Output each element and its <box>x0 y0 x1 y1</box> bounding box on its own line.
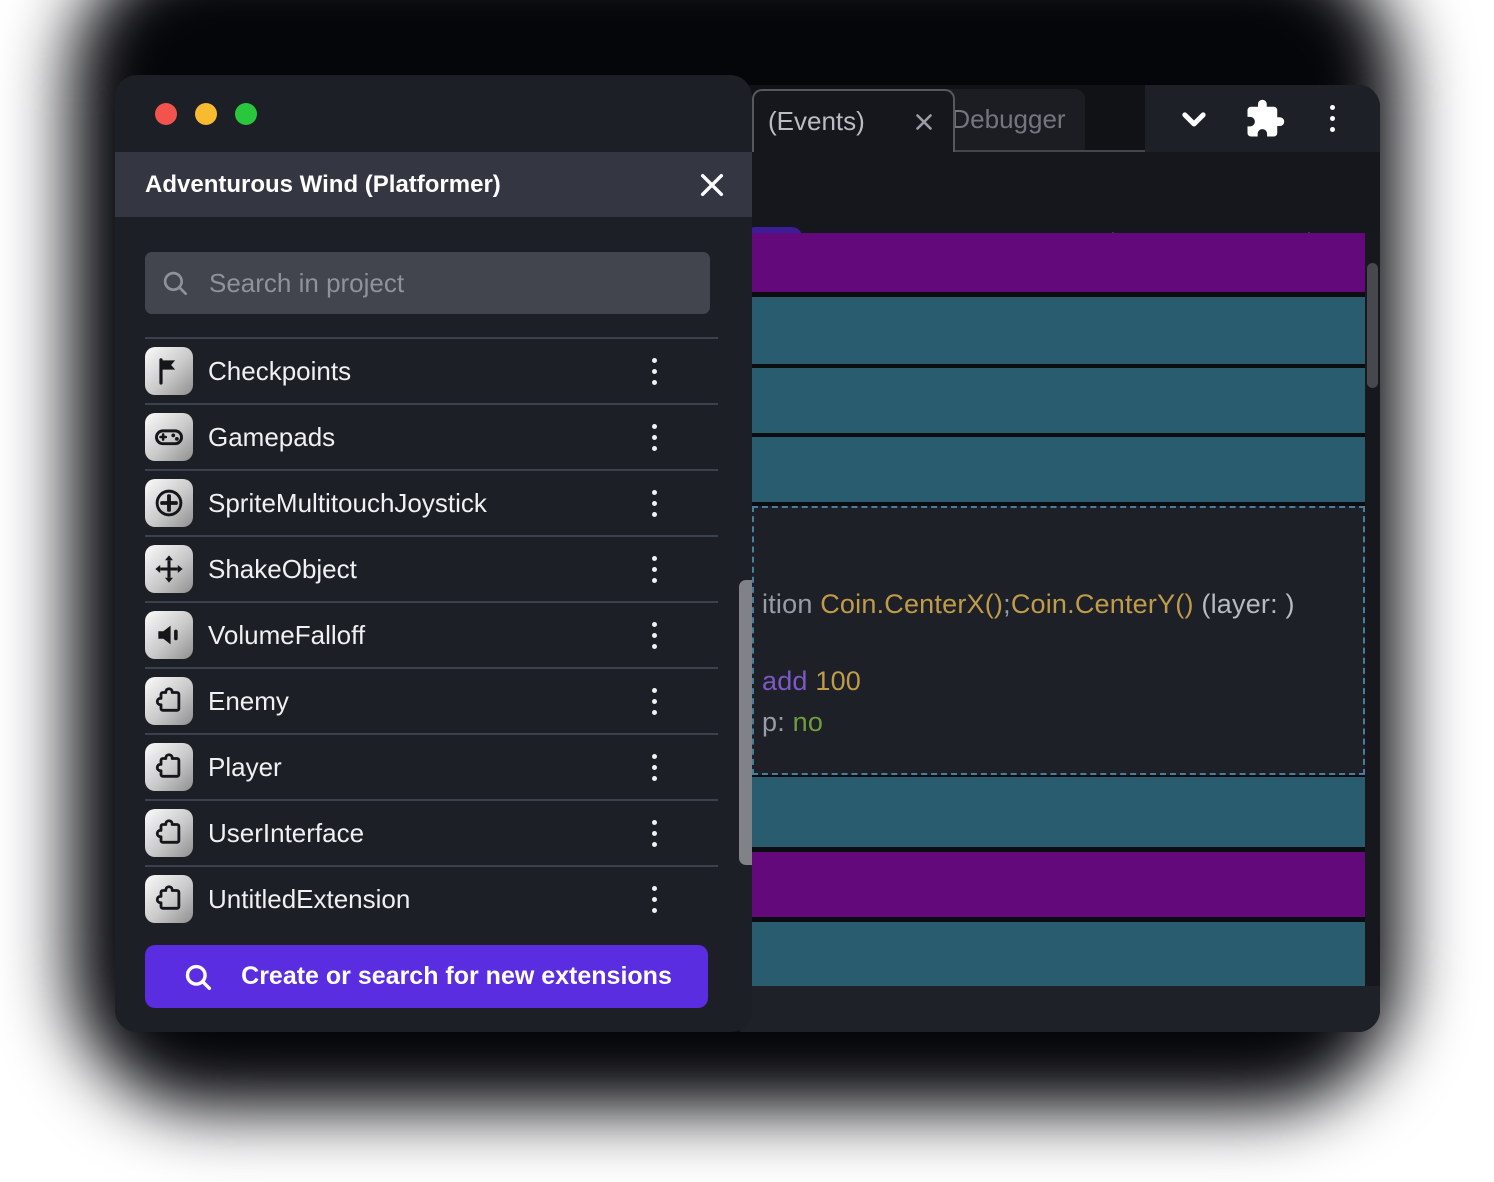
window-controls <box>1145 85 1380 152</box>
events-scrollbar-thumb[interactable] <box>1367 263 1378 388</box>
event-row-teal[interactable] <box>752 297 1365 364</box>
extension-icon-tile <box>145 545 193 593</box>
item-kebab-menu-icon[interactable] <box>636 813 672 853</box>
item-kebab-menu-icon[interactable] <box>636 681 672 721</box>
extension-icon-tile <box>145 479 193 527</box>
event-row-teal[interactable] <box>752 368 1365 433</box>
tab-debugger-label: Debugger <box>951 104 1065 135</box>
close-tab-icon[interactable] <box>909 107 939 137</box>
item-kebab-menu-icon[interactable] <box>636 483 672 523</box>
item-kebab-menu-icon[interactable] <box>636 615 672 655</box>
extension-icon-tile <box>145 875 193 923</box>
search-icon <box>181 960 215 994</box>
panel-scrollbar-thumb[interactable] <box>739 580 752 865</box>
extension-icon-tile <box>145 677 193 725</box>
chevron-down-icon[interactable] <box>1174 99 1214 139</box>
puzzle-icon <box>153 817 185 849</box>
extension-name: Gamepads <box>208 422 636 453</box>
event-row-selected[interactable]: ition Coin.CenterX();Coin.CenterY() (lay… <box>752 506 1365 775</box>
event-sheet-footer <box>740 986 1380 1032</box>
create-extension-label: Create or search for new extensions <box>241 962 672 991</box>
tab-events-label: (Events) <box>768 106 865 137</box>
speaker-icon <box>153 619 185 651</box>
extension-name: Enemy <box>208 686 636 717</box>
event-row-teal[interactable] <box>752 437 1365 502</box>
event-row-teal[interactable] <box>752 922 1365 988</box>
project-manager-window: Adventurous Wind (Platformer) Checkpoint… <box>115 75 752 1032</box>
kebab-menu-icon[interactable] <box>1315 99 1351 139</box>
list-item-gamepads[interactable]: Gamepads <box>145 403 718 469</box>
flag-icon <box>153 355 185 387</box>
tab-events[interactable]: (Events) <box>752 89 955 152</box>
joystick-icon <box>153 487 185 519</box>
list-item-userinterface[interactable]: UserInterface <box>145 799 718 865</box>
list-item-untitledextension[interactable]: UntitledExtension <box>145 865 718 931</box>
extension-icon-tile <box>145 413 193 461</box>
event-code-line1: ition Coin.CenterX();Coin.CenterY() (lay… <box>762 589 1295 620</box>
event-row-teal[interactable] <box>752 777 1365 847</box>
event-row-purple[interactable] <box>752 852 1365 917</box>
create-extension-button[interactable]: Create or search for new extensions <box>145 945 708 1008</box>
puzzle-icon <box>153 685 185 717</box>
list-item-checkpoints[interactable]: Checkpoints <box>145 337 718 403</box>
screenshot-stage: (Events) Debugger <box>0 0 1494 1182</box>
event-row-purple[interactable] <box>752 233 1365 292</box>
extension-name: VolumeFalloff <box>208 620 636 651</box>
extension-name: SpriteMultitouchJoystick <box>208 488 636 519</box>
event-code-line3: p: no <box>762 707 823 738</box>
gamepad-icon <box>153 421 185 453</box>
list-item-player[interactable]: Player <box>145 733 718 799</box>
item-kebab-menu-icon[interactable] <box>636 879 672 919</box>
event-code-line2: add 100 <box>762 666 861 697</box>
extension-name: UntitledExtension <box>208 884 636 915</box>
list-item-enemy[interactable]: Enemy <box>145 667 718 733</box>
extensions-puzzle-icon[interactable] <box>1244 98 1286 140</box>
puzzle-icon <box>153 751 185 783</box>
extension-icon-tile <box>145 611 193 659</box>
item-kebab-menu-icon[interactable] <box>636 417 672 457</box>
list-item-shakeobject[interactable]: ShakeObject <box>145 535 718 601</box>
move-icon <box>153 553 185 585</box>
list-item-spritemultitouchjoystick[interactable]: SpriteMultitouchJoystick <box>145 469 718 535</box>
extension-name: ShakeObject <box>208 554 636 585</box>
item-kebab-menu-icon[interactable] <box>636 549 672 589</box>
extension-name: Player <box>208 752 636 783</box>
extension-name: UserInterface <box>208 818 636 849</box>
extension-list: Checkpoints Gamepads SpriteMultitouchJoy… <box>115 75 752 1032</box>
extension-icon-tile <box>145 809 193 857</box>
extension-name: Checkpoints <box>208 356 636 387</box>
item-kebab-menu-icon[interactable] <box>636 747 672 787</box>
list-item-volumefalloff[interactable]: VolumeFalloff <box>145 601 718 667</box>
item-kebab-menu-icon[interactable] <box>636 351 672 391</box>
extension-icon-tile <box>145 743 193 791</box>
puzzle-icon <box>153 883 185 915</box>
extension-icon-tile <box>145 347 193 395</box>
